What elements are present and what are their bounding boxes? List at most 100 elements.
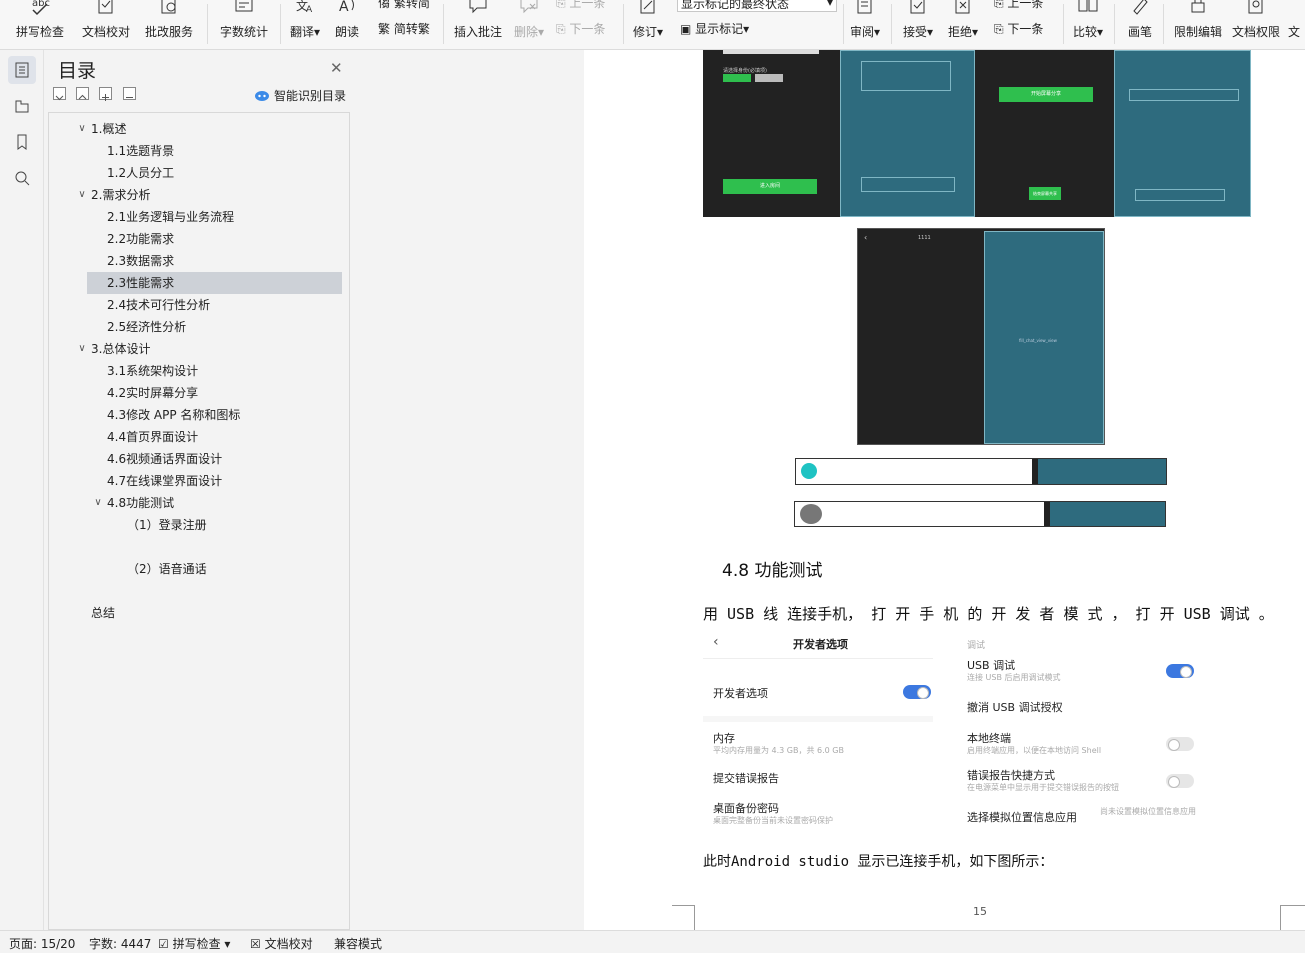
mock-start-share-button: 开始屏幕分享 <box>999 87 1093 102</box>
mock-blueprint-box <box>1129 89 1239 101</box>
page-corner-mark <box>1280 905 1305 906</box>
toc-item[interactable]: 2.3数据需求 <box>49 250 344 272</box>
review-button[interactable]: 审阅▾ <box>846 0 884 49</box>
restrict-edit-button[interactable]: 限制编辑 <box>1170 0 1226 49</box>
toc-item[interactable]: 2.需求分析 ∨ <box>49 184 344 206</box>
chevron-down-icon[interactable]: ∨ <box>75 338 89 360</box>
simp-icon: 繁 <box>378 22 394 36</box>
status-bar: 页面: 15/20 字数: 4447 ☑ 拼写检查 ▾ ☒ 文档校对 兼容模式 <box>0 930 1305 953</box>
compare-button[interactable]: 比较▾ <box>1068 0 1108 49</box>
pen-button[interactable]: 画笔 <box>1122 0 1158 49</box>
svg-text:A: A <box>306 5 313 15</box>
review-label: 审阅▾ <box>849 25 881 39</box>
smart-toc-button[interactable]: 智能识别目录 <box>254 87 346 104</box>
accept-icon <box>898 0 938 22</box>
collapse-all-button[interactable] <box>53 87 66 101</box>
toc-panel-button[interactable] <box>8 56 36 84</box>
toc-item[interactable]: 1.1选题背景 <box>49 140 344 162</box>
toc-item[interactable]: 2.3性能需求 <box>87 272 342 294</box>
simp-to-trad-label: 简转繁 <box>393 22 430 36</box>
usb-debug-sub: 连接 USB 后启用调试模式 <box>967 673 1061 682</box>
toc-item[interactable]: 3.1系统架构设计 <box>49 360 344 382</box>
next-change-icon: ⎘ <box>994 22 1008 36</box>
toc-item[interactable]: 1.2人员分工 <box>49 162 344 184</box>
mock-panel-login: 请选择身份(必填项) 进入房间 <box>703 50 839 217</box>
toc-item-label: 4.6视频通话界面设计 <box>107 452 223 466</box>
revise-button[interactable]: 修订▾ <box>628 0 668 49</box>
expand-all-button[interactable] <box>76 87 89 100</box>
word-count-label: 字数统计 <box>219 25 268 39</box>
toc-title: 目录 <box>58 60 97 82</box>
toc-item[interactable]: 4.4首页界面设计 <box>49 426 344 448</box>
toc-item[interactable]: 2.4技术可行性分析 <box>49 294 344 316</box>
ribbon-toolbar: abc 拼写检查 文档校对 批改服务 字数统计 文A 翻译▾ A 朗读 㑳 繁转… <box>0 0 1305 50</box>
prev-change-button[interactable]: ⎘ 上一条 <box>994 0 1043 11</box>
status-doc-proof[interactable]: ☒ 文档校对 <box>250 935 313 952</box>
add-level-button[interactable] <box>99 87 112 101</box>
status-spell-check[interactable]: ☑ 拼写检查 ▾ <box>158 935 230 952</box>
batch-service-button[interactable]: 批改服务 <box>138 0 200 49</box>
trad-to-simp-button[interactable]: 㑳 繁转简 <box>378 0 430 11</box>
toc-item[interactable]: 4.3修改 APP 名称和图标 <box>49 404 344 426</box>
toc-item[interactable]: 4.2实时屏幕分享 <box>49 382 344 404</box>
close-icon[interactable]: ✕ <box>330 59 343 77</box>
read-aloud-label: 朗读 <box>334 25 359 39</box>
dev-options-header: 开发者选项 <box>793 638 848 651</box>
backup-pwd-sub: 桌面完整备份当前未设置密码保护 <box>713 816 833 825</box>
spell-check-icon: abc <box>8 0 72 22</box>
compare-icon <box>1068 0 1108 22</box>
toc-item[interactable]: 2.5经济性分析 <box>49 316 344 338</box>
toc-item[interactable]: 1.概述 ∨ <box>49 118 344 140</box>
chevron-down-icon[interactable]: ∨ <box>91 492 105 514</box>
insert-comment-button[interactable]: 插入批注 <box>450 0 506 49</box>
more-label: 文 <box>1288 25 1301 39</box>
toc-item-label: 2.3性能需求 <box>107 276 175 290</box>
toc-item[interactable]: 4.8功能测试 ∨ <box>49 492 344 514</box>
read-aloud-button[interactable]: A 朗读 <box>330 0 364 49</box>
more-button[interactable]: 文 <box>1288 0 1305 49</box>
page-gutter <box>356 50 584 930</box>
chevron-down-icon[interactable]: ∨ <box>75 118 89 140</box>
divider <box>207 4 208 44</box>
markup-state-value: 显示标记的最终状态 <box>681 0 790 11</box>
toc-item[interactable]: 3.总体设计 ∨ <box>49 338 344 360</box>
prev-comment-button[interactable]: ⎘ 上一条 <box>556 0 605 11</box>
svg-text:A: A <box>339 0 349 15</box>
chevron-down-icon[interactable]: ∨ <box>75 184 89 206</box>
next-change-button[interactable]: ⎘ 下一条 <box>994 20 1043 37</box>
word-count-button[interactable]: 字数统计 <box>214 0 274 49</box>
page-indicator[interactable]: 页面: 15/20 <box>9 935 75 952</box>
revise-icon <box>628 0 668 22</box>
delete-label: 删除▾ <box>513 25 545 39</box>
doc-permission-button[interactable]: 文档权限 <box>1230 0 1282 49</box>
show-markup-button[interactable]: ▣ 显示标记▾ <box>680 20 749 37</box>
spell-check-button[interactable]: abc 拼写检查 <box>8 0 72 49</box>
bookmark-button[interactable] <box>8 128 36 156</box>
chapter-icon <box>15 100 29 113</box>
toc-item[interactable]: 总结 <box>49 602 344 624</box>
next-comment-button[interactable]: ⎘ 下一条 <box>556 20 605 37</box>
search-button[interactable] <box>8 164 36 192</box>
backup-pwd-label: 桌面备份密码 <box>713 802 779 815</box>
delete-comment-button[interactable]: 删除▾ <box>510 0 548 49</box>
chapter-nav-button[interactable] <box>8 92 36 120</box>
toc-item[interactable]: （1）登录注册 <box>49 514 344 536</box>
toc-item[interactable]: 2.1业务逻辑与业务流程 <box>49 206 344 228</box>
markup-state-select[interactable]: 显示标记的最终状态 ▾ <box>677 0 837 12</box>
remove-level-button[interactable] <box>123 87 136 100</box>
word-count-indicator[interactable]: 字数: 4447 <box>89 935 151 952</box>
doc-proof-icon <box>78 0 134 22</box>
mock-blueprint-box <box>1135 189 1225 201</box>
toc-item[interactable]: （2）语音通话 <box>49 558 344 580</box>
accept-button[interactable]: 接受▾ <box>898 0 938 49</box>
translate-button[interactable]: 文A 翻译▾ <box>286 0 324 49</box>
reject-button[interactable]: 拒绝▾ <box>942 0 984 49</box>
toc-item[interactable]: 4.6视频通话界面设计 <box>49 448 344 470</box>
ai-icon <box>255 90 269 101</box>
toc-item[interactable]: 4.7在线课堂界面设计 <box>49 470 344 492</box>
mock-panel-blueprint <box>1114 50 1251 217</box>
toc-item[interactable]: 2.2功能需求 <box>49 228 344 250</box>
doc-proof-button[interactable]: 文档校对 <box>78 0 134 49</box>
prev-change-label: 上一条 <box>1007 0 1044 10</box>
simp-to-trad-button[interactable]: 繁 简转繁 <box>378 20 430 37</box>
